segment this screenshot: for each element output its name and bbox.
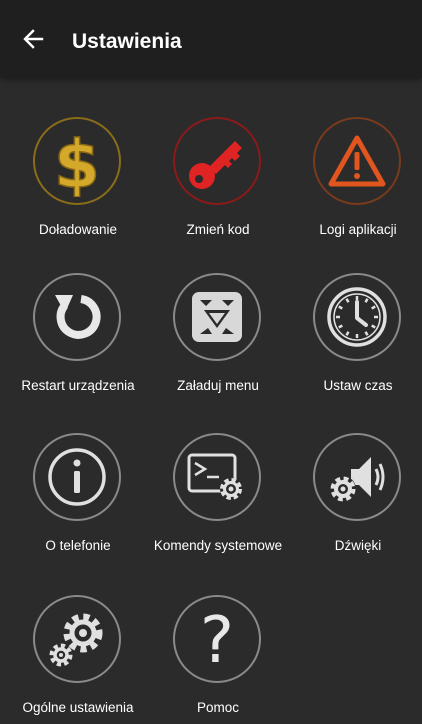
back-button[interactable] [20,26,46,52]
terminal-gear-icon [187,453,242,500]
tile-help[interactable]: ? Pomoc [148,595,288,724]
help-icon: ? [200,606,234,672]
top-up-circle: $ [33,117,121,205]
tile-change-code[interactable]: Zmień kod [148,117,288,267]
help-circle: ? [173,595,261,683]
restart-icon [55,295,101,339]
tile-label: Ogólne ustawienia [22,700,134,715]
sound-gear-icon [330,457,385,502]
gears-icon [49,613,103,667]
tile-system-commands[interactable]: Komendy systemowe [148,433,288,583]
tile-top-up[interactable]: $ Doładowanie [8,117,148,267]
info-icon [48,448,106,506]
svg-text:$: $ [54,126,100,197]
warning-icon [328,135,386,187]
general-settings-circle [33,595,121,683]
load-menu-icon [192,292,242,342]
tile-sounds[interactable]: Dźwięki [288,433,422,583]
tile-about-phone[interactable]: O telefonie [8,433,148,583]
settings-screen: Ustawienia $ Doładowanie Zmień kod Logi … [0,0,422,724]
system-commands-circle [173,433,261,521]
clock-icon [327,287,387,347]
sounds-circle [313,433,401,521]
tile-label: Doładowanie [38,222,118,237]
page-title: Ustawienia [72,30,182,53]
load-menu-circle [173,273,261,361]
arrow-left-icon [23,29,44,49]
tile-label: Logi aplikacji [319,222,397,237]
change-code-circle [173,117,261,205]
tile-general-settings[interactable]: Ogólne ustawienia [8,595,148,724]
tile-label: Komendy systemowe [153,538,283,553]
restart-circle [33,273,121,361]
tile-set-time[interactable]: Ustaw czas [288,273,422,423]
tile-restart-device[interactable]: Restart urządzenia [8,273,148,423]
about-phone-circle [33,433,121,521]
tile-load-menu[interactable]: Załaduj menu [148,273,288,423]
tile-label: Pomoc [196,700,240,715]
tile-label: O telefonie [45,538,111,553]
tile-label: Dźwięki [334,538,382,553]
app-logs-circle [313,117,401,205]
tile-label: Ustaw czas [323,378,393,393]
app-bar: Ustawienia [0,0,422,78]
tile-label: Zmień kod [186,222,250,237]
key-icon [189,141,242,189]
svg-text:?: ? [200,606,234,672]
tile-app-logs[interactable]: Logi aplikacji [288,117,422,267]
tile-label: Załaduj menu [177,378,259,393]
tile-label: Restart urządzenia [21,378,135,393]
set-time-circle [313,273,401,361]
dollar-icon: $ [53,125,100,197]
